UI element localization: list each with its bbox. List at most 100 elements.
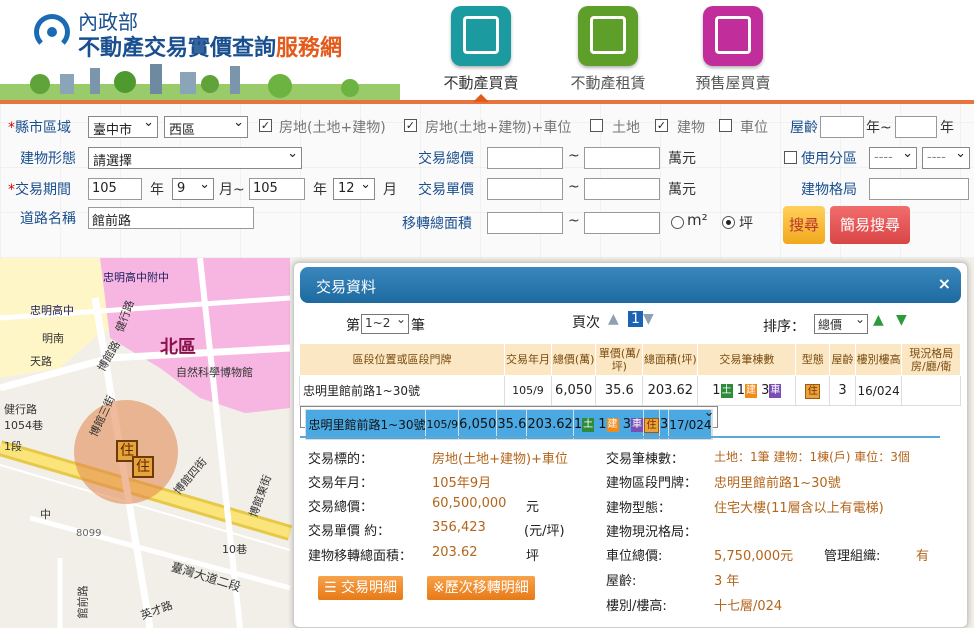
area-to-input[interactable] [584, 212, 660, 234]
total-price-label: 交易總價 [418, 151, 474, 167]
sort-desc-icon[interactable]: ▼ [896, 312, 907, 328]
month-from-select[interactable]: 9 [172, 177, 214, 200]
detail-unit-key: 交易單價 約： [308, 524, 391, 539]
total-price-to-input[interactable] [584, 147, 660, 169]
total-price-from-input[interactable] [487, 147, 563, 169]
zoning-select-2[interactable]: ---- [922, 146, 970, 169]
cell-type: 住 [795, 375, 831, 406]
col-floor[interactable]: 樓別樓高 [854, 343, 903, 376]
col-total-price[interactable]: 總價(萬) [550, 343, 597, 376]
building-icon: 建 [744, 383, 757, 398]
page-next-icon[interactable]: ▼ [643, 311, 654, 327]
residential-icon: 住 [805, 383, 821, 399]
detail-divider [300, 436, 940, 438]
cell-floor: 16/024 [854, 375, 903, 406]
sort-label: 排序： [763, 319, 805, 335]
record-range-select[interactable]: 1~2 [361, 312, 409, 334]
cell-unit-price: 35.6 [496, 409, 528, 440]
type-checkbox-parking[interactable] [719, 119, 732, 132]
map-label-zhong: 中 [40, 508, 51, 521]
type-checkbox-land[interactable] [590, 119, 603, 132]
transfer-history-button[interactable]: ※歷次移轉明細 [427, 576, 535, 600]
layout-label: 建物格局 [801, 182, 857, 198]
col-count[interactable]: 交易筆棟數 [697, 343, 797, 376]
unit-price-from-input[interactable] [487, 178, 563, 200]
cell-count: 1土 1建 3車 [572, 409, 644, 440]
month-to-select[interactable]: 12 [333, 177, 375, 200]
area-from-input[interactable] [487, 212, 563, 234]
detail-addr-value: 忠明里館前路1~30號 [714, 476, 841, 491]
tab-property-rent[interactable]: 不動產租賃 [553, 6, 663, 98]
transaction-detail-button[interactable]: ☰ 交易明細 [318, 576, 404, 600]
unit-price-label: 交易單價 [418, 182, 474, 198]
cell-type: 住 [642, 409, 660, 440]
detail-total-key: 交易總價： [308, 500, 374, 515]
close-icon[interactable]: × [938, 274, 951, 293]
search-button[interactable]: 搜尋 [783, 206, 825, 244]
site-title: 不動產交易實價查詢服務網 [78, 36, 343, 61]
transaction-marker-2[interactable]: 住 [132, 456, 154, 478]
page-prev-icon[interactable]: ▲ [608, 311, 619, 327]
detail-age-value: 3 年 [714, 574, 740, 589]
detail-mgmt-key: 管理組織: [824, 549, 881, 564]
unit-price-to-input[interactable] [584, 178, 660, 200]
cell-area: 203.62 [526, 409, 574, 440]
cell-age: 3 [658, 409, 670, 440]
table-header-row: 區段位置或區段門牌 交易年月 總價(萬) 單價(萬/坪) 總面積(坪) 交易筆棟… [298, 343, 961, 376]
house-dollar-icon [451, 6, 511, 66]
age-from-input[interactable] [820, 116, 864, 138]
table-row[interactable]: 忠明里館前路1~30號 105/9 6,050 35.6 203.62 1土 1… [298, 375, 961, 406]
house-rent-icon [578, 6, 638, 66]
type-checkbox-house[interactable]: ✓ [259, 119, 272, 132]
map-label-jianxing-lane: 健行路 1054巷 [4, 403, 43, 432]
unit-price-unit: 萬元 [668, 182, 696, 198]
zoning-checkbox[interactable] [784, 151, 797, 164]
col-unit-price[interactable]: 單價(萬/坪) [595, 343, 644, 376]
col-age[interactable]: 屋齡 [829, 343, 856, 376]
age-to-input[interactable] [895, 116, 937, 138]
road-input[interactable]: 館前路 [88, 207, 254, 229]
building-type-label: 建物形態 [20, 151, 76, 167]
detail-age-key: 屋齡: [606, 574, 637, 589]
city-select[interactable]: 臺中市 [88, 115, 158, 138]
detail-floor-value: 十七層/024 [714, 599, 783, 614]
residential-icon: 住 [643, 417, 659, 433]
sort-select[interactable]: 總價 [814, 312, 868, 334]
col-type[interactable]: 型態 [795, 343, 831, 376]
layout-input[interactable] [869, 178, 969, 200]
tab-property-sale-label: 不動產買賣 [443, 74, 519, 92]
col-layout[interactable]: 現況格局房/廳/衛 [901, 343, 961, 376]
cell-count: 1土 1建 3車 [697, 375, 797, 406]
page-current[interactable]: 1 [628, 311, 643, 327]
district-select[interactable]: 西區 [164, 115, 248, 138]
cell-layout [711, 409, 714, 440]
cell-total-price: 6,050 [550, 375, 597, 406]
unit-sqm-radio[interactable] [671, 216, 684, 229]
year-to-input[interactable]: 105 [249, 178, 305, 200]
detail-area-key: 建物移轉總面積： [308, 549, 413, 564]
year-to-unit: 年 [313, 182, 327, 198]
crane-house-icon [703, 6, 763, 66]
tab-presale[interactable]: 預售屋買賣 [678, 6, 788, 98]
type-checkbox-house-parking[interactable]: ✓ [404, 119, 417, 132]
map-label-tian-rd: 天路 [30, 355, 52, 368]
city-skyline-decoration [0, 64, 400, 100]
area-label: 移轉總面積 [402, 216, 472, 232]
col-area[interactable]: 總面積(坪) [642, 343, 699, 376]
age-end-label: 年 [940, 120, 954, 136]
month-to-unit: 月 [383, 182, 397, 198]
cell-year-month: 105/9 [504, 375, 552, 406]
table-row-selected[interactable]: 忠明里館前路1~30號 105/9 6,050 35.6 203.62 1土 1… [299, 405, 719, 440]
unit-ping-radio[interactable] [722, 216, 735, 229]
sort-asc-icon[interactable]: ▲ [873, 312, 884, 328]
col-year-month[interactable]: 交易年月 [504, 343, 552, 376]
year-from-input[interactable]: 105 [88, 178, 142, 200]
type-checkbox-building[interactable]: ✓ [655, 119, 668, 132]
page-label: 頁次 [572, 315, 600, 331]
tab-property-sale[interactable]: 不動產買賣 [426, 6, 536, 102]
col-address[interactable]: 區段位置或區段門牌 [298, 343, 506, 376]
zoning-select-1[interactable]: ---- [869, 146, 917, 169]
building-icon: 建 [606, 417, 619, 432]
easy-search-button[interactable]: 簡易搜尋 [830, 206, 910, 244]
building-type-select[interactable]: 請選擇 [88, 146, 302, 169]
